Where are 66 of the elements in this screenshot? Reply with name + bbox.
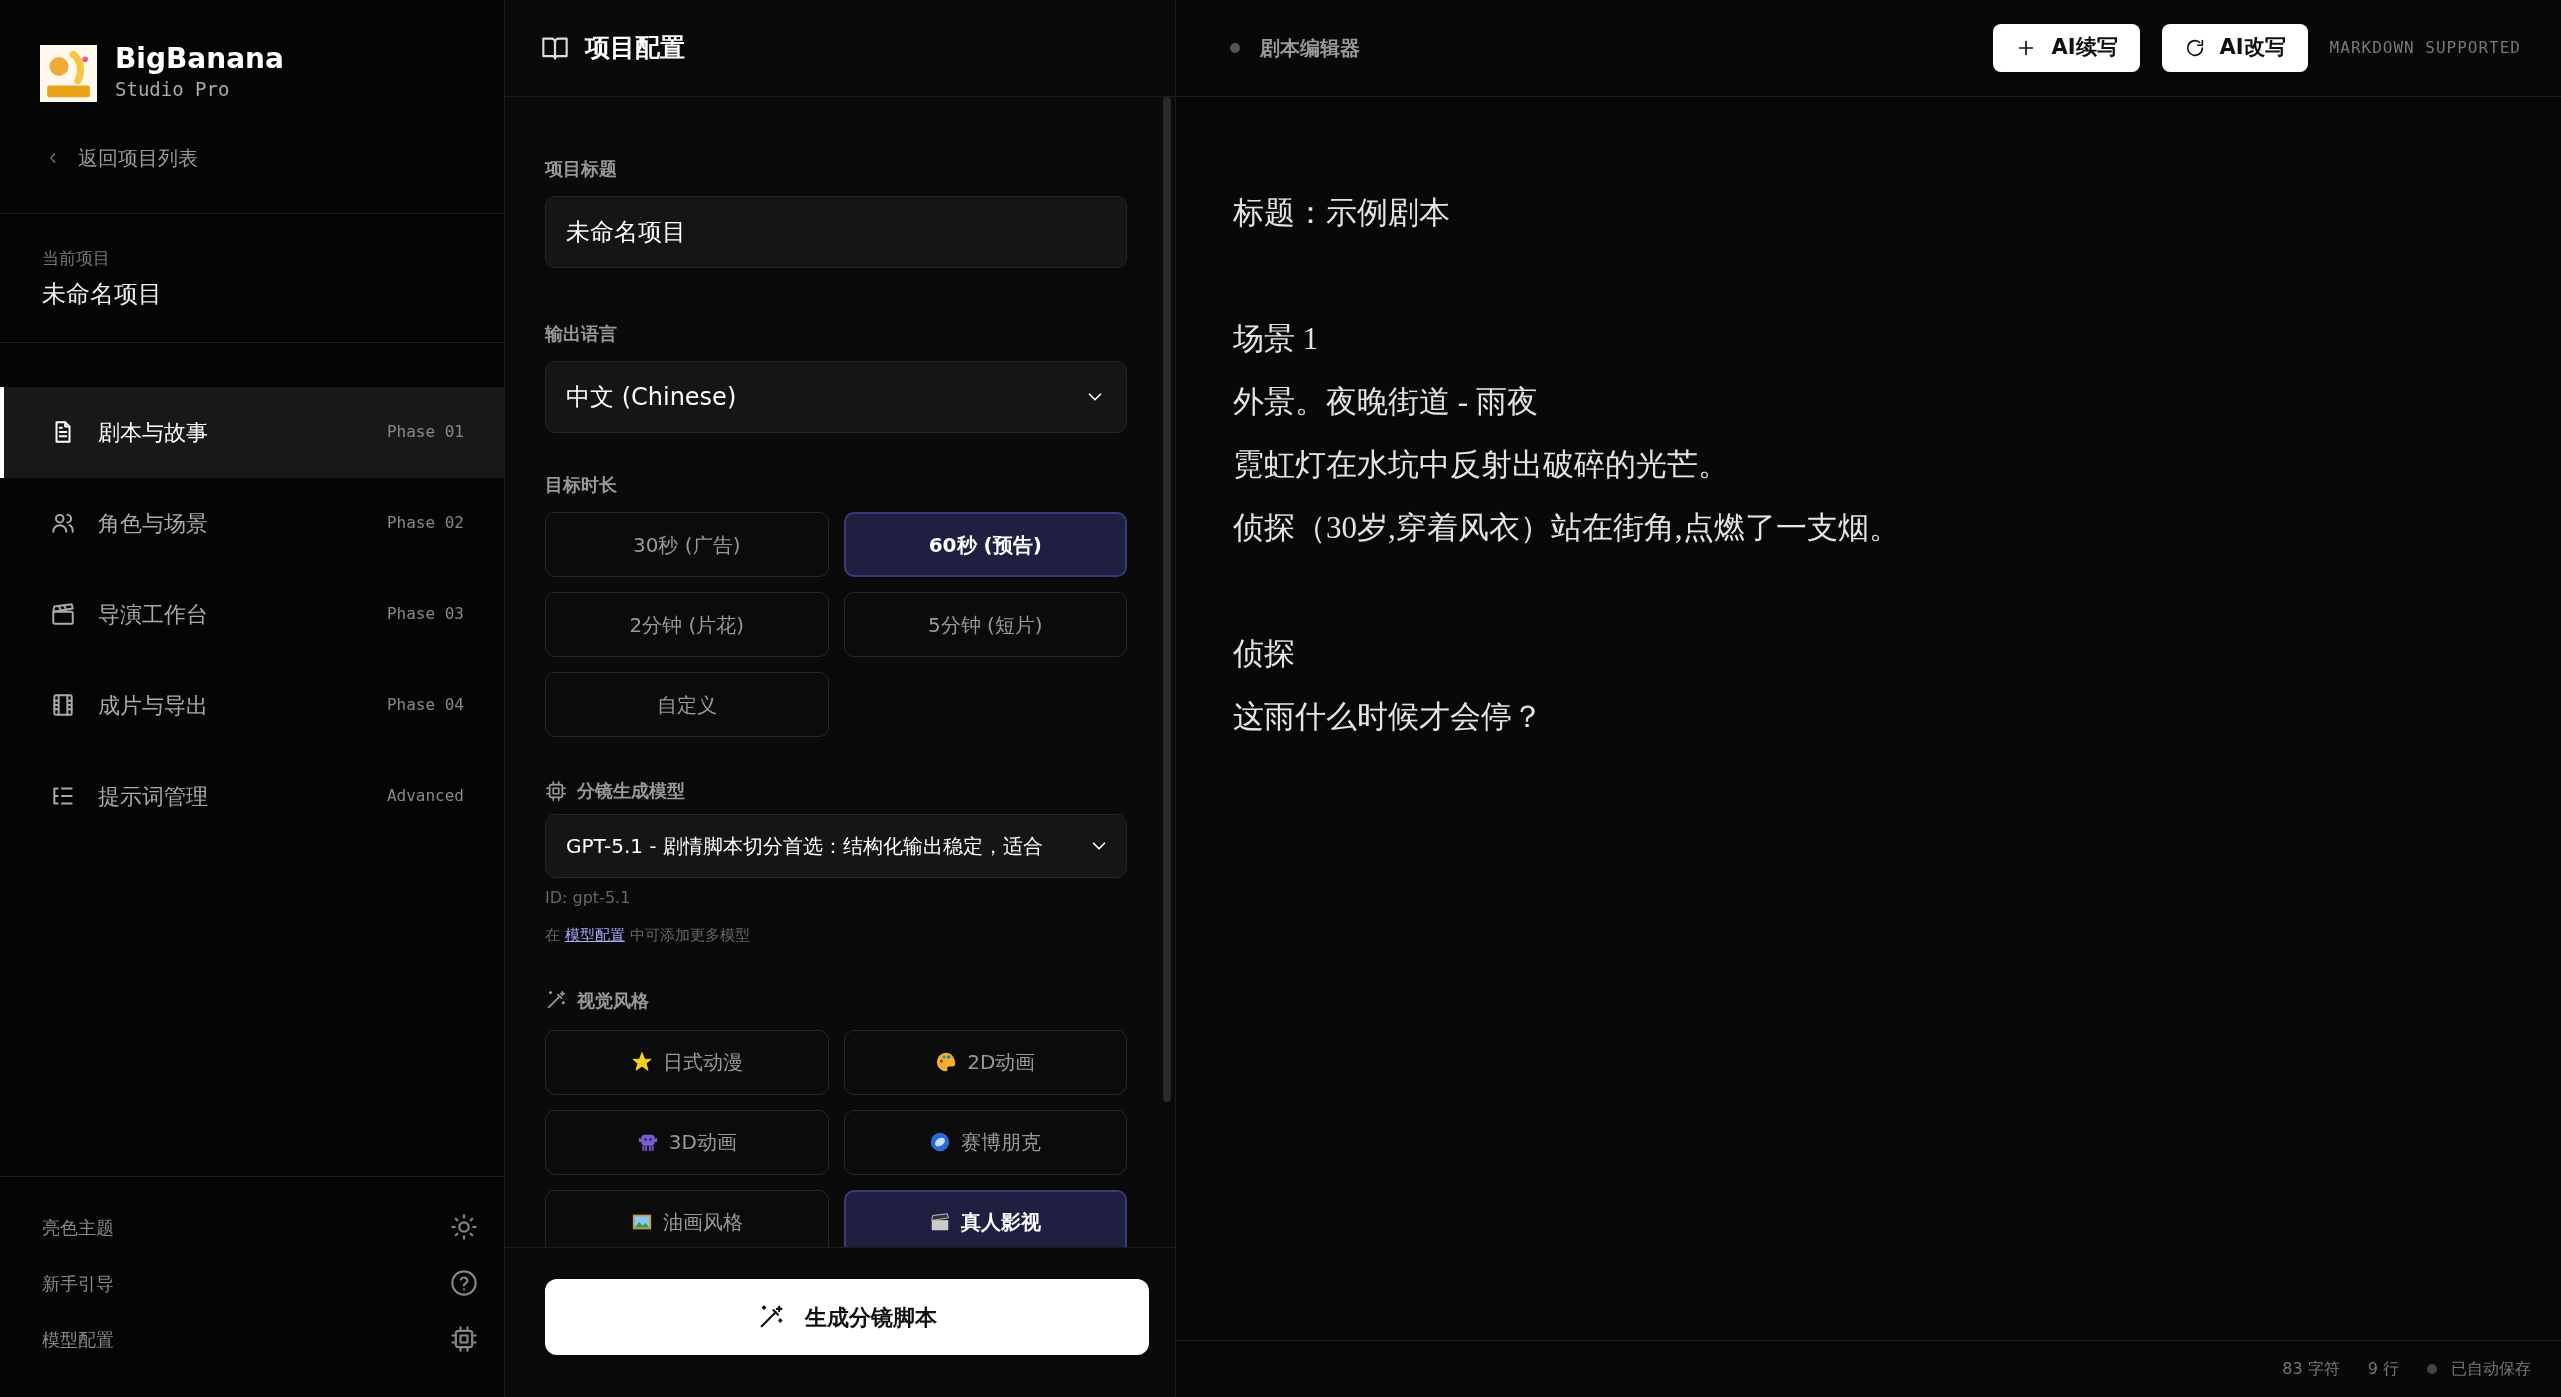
palette-icon <box>935 1051 958 1073</box>
brand-name: BigBanana <box>115 44 284 75</box>
duration-option[interactable]: 2分钟 (片花) <box>545 592 829 657</box>
style-option[interactable]: 2D动画 <box>843 1029 1127 1095</box>
nav-item[interactable]: 提示词管理 Advanced <box>0 750 504 842</box>
language-select[interactable]: 中文 (Chinese) <box>545 361 1127 433</box>
ai-button[interactable]: AI改写 <box>2161 24 2308 72</box>
chip-icon <box>450 1325 478 1353</box>
panel-title: 项目配置 <box>585 32 685 65</box>
sun-icon <box>450 1213 478 1241</box>
style-option[interactable]: 真人影视 <box>843 1189 1127 1247</box>
title-input[interactable]: 未命名项目 <box>545 196 1127 268</box>
sidebar-footer-item[interactable]: 新手引导 <box>0 1255 504 1311</box>
nav-item[interactable]: 剧本与故事 Phase 01 <box>0 386 504 478</box>
editor-title: 剧本编辑器 <box>1260 35 1360 62</box>
status-dot <box>1230 43 1240 53</box>
field-label: 视觉风格 <box>577 988 649 1013</box>
back-link[interactable]: 返回项目列表 <box>0 103 198 214</box>
field-label: 目标时长 <box>545 473 617 497</box>
hint-text: 在 模型配置 中可添加更多模型 <box>545 925 751 946</box>
char-count: 83 字符 <box>2282 1358 2340 1380</box>
clapperboard-icon <box>929 1211 952 1233</box>
duration-option[interactable]: 5分钟 (短片) <box>843 592 1127 657</box>
sidebar-footer-item[interactable]: 模型配置 <box>0 1311 504 1367</box>
scrollbar[interactable] <box>1163 97 1171 1102</box>
model-id: ID: gpt-5.1 <box>545 887 632 909</box>
logo-icon <box>40 45 97 103</box>
script-line[interactable]: 标题：示例剧本 <box>1233 181 2521 244</box>
script-line[interactable]: 侦探（30岁,穿着风衣）站在街角,点燃了一支烟。 <box>1233 496 2521 559</box>
save-status: 已自动保存 <box>2451 1358 2531 1380</box>
script-line[interactable]: 霓虹灯在水坑中反射出破碎的光芒。 <box>1233 433 2521 496</box>
save-status-dot <box>2427 1364 2437 1374</box>
line-count: 9 行 <box>2367 1358 2399 1380</box>
style-option[interactable]: 赛博朋克 <box>843 1109 1127 1175</box>
ai-button[interactable]: AI续写 <box>1993 24 2140 72</box>
config-link[interactable]: 模型配置 <box>564 926 625 944</box>
model-select[interactable]: GPT-5.1 - 剧情脚本切分首选：结构化输出稳定，适合 <box>545 814 1127 878</box>
script-line[interactable]: 场景 1 <box>1233 307 2521 370</box>
nav-item[interactable]: 角色与场景 Phase 02 <box>0 477 504 569</box>
current-project-label: 当前项目 <box>42 247 111 271</box>
nav-item[interactable]: 导演工作台 Phase 03 <box>0 568 504 660</box>
field-label: 项目标题 <box>545 157 617 181</box>
duration-option[interactable]: 60秒 (预告) <box>843 512 1127 577</box>
film-icon <box>50 692 76 719</box>
marble-icon <box>929 1131 952 1153</box>
help-icon <box>450 1269 478 1297</box>
field-label: 分镜生成模型 <box>577 779 685 803</box>
style-option[interactable]: 3D动画 <box>545 1109 829 1175</box>
field-label: 输出语言 <box>545 322 617 346</box>
duration-option[interactable]: 30秒 (广告) <box>545 512 829 577</box>
nav-item[interactable]: 成片与导出 Phase 04 <box>0 659 504 751</box>
script-line[interactable]: 这雨什么时候才会停？ <box>1233 685 2521 748</box>
generate-button[interactable]: 生成分镜脚本 <box>545 1279 1149 1355</box>
sidebar-footer-item[interactable]: 亮色主题 <box>0 1199 504 1255</box>
chip-icon <box>545 779 567 802</box>
magic-wand-icon <box>545 989 567 1011</box>
script-line[interactable]: 侦探 <box>1233 622 2521 685</box>
markdown-label: MARKDOWN SUPPORTED <box>2329 37 2521 59</box>
duration-option[interactable]: 自定义 <box>545 672 829 737</box>
script-line[interactable]: 外景。夜晚街道 - 雨夜 <box>1233 370 2521 433</box>
brand-subtitle: Studio Pro <box>115 76 231 102</box>
style-option[interactable]: 日式动漫 <box>545 1029 829 1095</box>
current-project-name: 未命名项目 <box>42 278 163 310</box>
clapperboard-icon <box>50 601 76 628</box>
star-icon <box>630 1051 653 1073</box>
style-option[interactable]: 油画风格 <box>545 1189 829 1247</box>
